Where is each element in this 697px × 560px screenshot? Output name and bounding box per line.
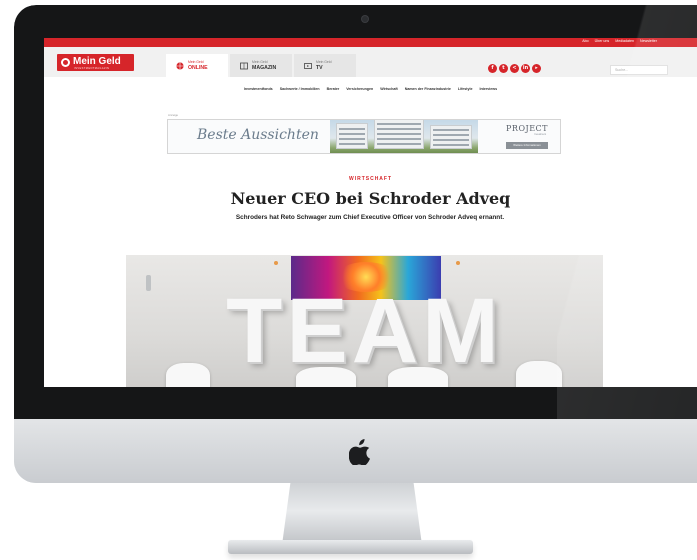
team-letters: TEAM xyxy=(226,280,503,382)
chair xyxy=(166,363,210,387)
search-input[interactable]: Suche... xyxy=(610,65,668,75)
nav-item-namen[interactable]: Namen der Finanzindustrie xyxy=(405,87,451,91)
social-links: f t < in ▸ xyxy=(488,64,541,73)
linkedin-icon[interactable]: in xyxy=(521,64,530,73)
wall-phone xyxy=(146,275,151,291)
top-link-mediadaten[interactable]: Mediadaten xyxy=(615,39,634,43)
site-header: Mein Geld INVESTMENTMAGAZIN Mein Geld ON… xyxy=(44,47,697,77)
imac-stand xyxy=(282,483,422,545)
nav-item-wirtschaft[interactable]: Wirtschaft xyxy=(380,87,398,91)
ad-headline: Beste Aussichten xyxy=(197,127,319,143)
tab-tv-label: TV xyxy=(316,65,323,71)
youtube-icon[interactable]: ▸ xyxy=(532,64,541,73)
article-kicker[interactable]: WIRTSCHAFT xyxy=(44,176,697,182)
ad-brand: PROJECT xyxy=(506,124,548,133)
browser-screen: Abo Über uns Mediadaten Newsletter Mein … xyxy=(44,38,697,387)
chair xyxy=(516,361,562,387)
globe-icon xyxy=(176,62,184,70)
tab-magazin-label: MAGAZIN xyxy=(252,65,277,71)
facebook-icon[interactable]: f xyxy=(488,64,497,73)
ad-brand-sub: Investment xyxy=(534,133,546,136)
wall-lamp xyxy=(456,261,460,265)
imac-chin xyxy=(14,419,697,483)
magazine-icon xyxy=(240,62,248,70)
nav-item-versicherungen[interactable]: Versicherungen xyxy=(346,87,373,91)
tab-tv-small: Mein Geld xyxy=(316,60,332,64)
logo-mark-icon xyxy=(61,58,70,67)
tab-magazin[interactable]: Mein Geld MAGAZIN xyxy=(230,54,292,77)
ad-label: Anzeige xyxy=(168,113,179,117)
ad-cta-button[interactable]: Weitere Informationen xyxy=(506,142,548,149)
logo-subtext: INVESTMENTMAGAZIN xyxy=(74,67,110,70)
top-link-newsletter[interactable]: Newsletter xyxy=(640,39,657,43)
tab-online-label: ONLINE xyxy=(188,65,208,71)
top-link-about[interactable]: Über uns xyxy=(595,39,610,43)
nav-item-interviews[interactable]: Interviews xyxy=(479,87,497,91)
tab-magazin-small: Mein Geld xyxy=(252,60,268,64)
nav-item-sachwerte[interactable]: Sachwerte / Immobilien xyxy=(280,87,320,91)
chair xyxy=(296,367,356,387)
tv-icon xyxy=(304,63,312,69)
ad-building-photo xyxy=(330,120,478,153)
tab-online[interactable]: Mein Geld ONLINE xyxy=(166,54,228,77)
top-link-abo[interactable]: Abo xyxy=(582,39,588,43)
share-icon[interactable]: < xyxy=(510,64,519,73)
ad-banner[interactable]: Beste Aussichten PROJECT Investment Weit… xyxy=(167,119,561,154)
nav-item-lifestyle[interactable]: Lifestyle xyxy=(458,87,473,91)
category-nav: Investmentfonds Sachwerte / Immobilien B… xyxy=(44,87,697,91)
chair xyxy=(388,367,448,387)
nav-item-investmentfonds[interactable]: Investmentfonds xyxy=(244,87,273,91)
twitter-icon[interactable]: t xyxy=(499,64,508,73)
imac-stand-base xyxy=(228,540,473,554)
logo-text: Mein Geld xyxy=(73,56,121,67)
article-hero-image: TEAM xyxy=(126,255,603,387)
tab-tv[interactable]: Mein Geld TV xyxy=(294,54,356,77)
article-teaser: Schroders hat Reto Schwager zum Chief Ex… xyxy=(235,214,505,221)
site-logo[interactable]: Mein Geld INVESTMENTMAGAZIN xyxy=(57,54,134,71)
building-shape xyxy=(430,125,472,149)
wall-lamp xyxy=(274,261,278,265)
tab-online-small: Mein Geld xyxy=(188,60,204,64)
top-bar: Abo Über uns Mediadaten Newsletter xyxy=(44,38,697,47)
camera-icon xyxy=(362,16,368,22)
article-title: Neuer CEO bei Schroder Adveq xyxy=(230,189,511,208)
apple-logo-icon xyxy=(349,439,370,465)
top-links: Abo Über uns Mediadaten Newsletter xyxy=(582,39,657,43)
product-tabs: Mein Geld ONLINE Mein Geld MAGAZIN Mein … xyxy=(166,54,358,77)
building-shape xyxy=(374,120,424,149)
building-shape xyxy=(336,123,368,149)
nav-item-berater[interactable]: Berater xyxy=(327,87,340,91)
